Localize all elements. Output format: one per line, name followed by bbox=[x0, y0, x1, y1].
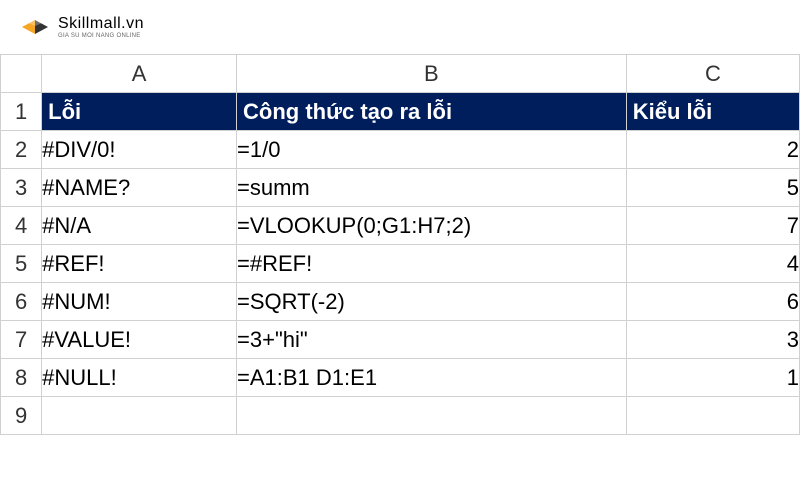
corner-cell[interactable] bbox=[1, 55, 42, 93]
cell-c4[interactable]: 7 bbox=[626, 207, 799, 245]
table-row: 6 #NUM! =SQRT(-2) 6 bbox=[1, 283, 800, 321]
row-header-9[interactable]: 9 bbox=[1, 397, 42, 435]
table-row-empty: 9 bbox=[1, 397, 800, 435]
row-header-1[interactable]: 1 bbox=[1, 93, 42, 131]
cell-c7[interactable]: 3 bbox=[626, 321, 799, 359]
logo-title: Skillmall.vn bbox=[58, 15, 144, 33]
col-header-b[interactable]: B bbox=[237, 55, 627, 93]
row-header-5[interactable]: 5 bbox=[1, 245, 42, 283]
cell-c9[interactable] bbox=[626, 397, 799, 435]
row-header-8[interactable]: 8 bbox=[1, 359, 42, 397]
cell-a4[interactable]: #N/A bbox=[42, 207, 237, 245]
logo-text: Skillmall.vn GIA SU MOI NANG ONLINE bbox=[58, 15, 144, 39]
cell-c2[interactable]: 2 bbox=[626, 131, 799, 169]
cell-b2[interactable]: =1/0 bbox=[237, 131, 627, 169]
table-row: 4 #N/A =VLOOKUP(0;G1:H7;2) 7 bbox=[1, 207, 800, 245]
column-header-row: A B C bbox=[1, 55, 800, 93]
row-header-2[interactable]: 2 bbox=[1, 131, 42, 169]
table-row: 7 #VALUE! =3+"hi" 3 bbox=[1, 321, 800, 359]
logo-area: Skillmall.vn GIA SU MOI NANG ONLINE bbox=[0, 0, 800, 54]
col-header-a[interactable]: A bbox=[42, 55, 237, 93]
cell-b6[interactable]: =SQRT(-2) bbox=[237, 283, 627, 321]
cell-b8[interactable]: =A1:B1 D1:E1 bbox=[237, 359, 627, 397]
cell-b1[interactable]: Công thức tạo ra lỗi bbox=[237, 93, 627, 131]
table-row: 3 #NAME? =summ 5 bbox=[1, 169, 800, 207]
cell-b4[interactable]: =VLOOKUP(0;G1:H7;2) bbox=[237, 207, 627, 245]
cell-c5[interactable]: 4 bbox=[626, 245, 799, 283]
table-header-row: 1 Lỗi Công thức tạo ra lỗi Kiểu lỗi bbox=[1, 93, 800, 131]
table-row: 5 #REF! =#REF! 4 bbox=[1, 245, 800, 283]
row-header-3[interactable]: 3 bbox=[1, 169, 42, 207]
cell-a1[interactable]: Lỗi bbox=[42, 93, 237, 131]
logo-subtitle: GIA SU MOI NANG ONLINE bbox=[58, 33, 144, 39]
logo-icon bbox=[20, 12, 50, 42]
cell-a9[interactable] bbox=[42, 397, 237, 435]
row-header-7[interactable]: 7 bbox=[1, 321, 42, 359]
cell-a5[interactable]: #REF! bbox=[42, 245, 237, 283]
col-header-c[interactable]: C bbox=[626, 55, 799, 93]
cell-c3[interactable]: 5 bbox=[626, 169, 799, 207]
row-header-4[interactable]: 4 bbox=[1, 207, 42, 245]
cell-a6[interactable]: #NUM! bbox=[42, 283, 237, 321]
cell-c6[interactable]: 6 bbox=[626, 283, 799, 321]
table-row: 2 #DIV/0! =1/0 2 bbox=[1, 131, 800, 169]
cell-b5[interactable]: =#REF! bbox=[237, 245, 627, 283]
row-header-6[interactable]: 6 bbox=[1, 283, 42, 321]
cell-a3[interactable]: #NAME? bbox=[42, 169, 237, 207]
cell-b9[interactable] bbox=[237, 397, 627, 435]
cell-b3[interactable]: =summ bbox=[237, 169, 627, 207]
cell-c8[interactable]: 1 bbox=[626, 359, 799, 397]
table-row: 8 #NULL! =A1:B1 D1:E1 1 bbox=[1, 359, 800, 397]
cell-c1[interactable]: Kiểu lỗi bbox=[626, 93, 799, 131]
cell-b7[interactable]: =3+"hi" bbox=[237, 321, 627, 359]
cell-a7[interactable]: #VALUE! bbox=[42, 321, 237, 359]
cell-a2[interactable]: #DIV/0! bbox=[42, 131, 237, 169]
cell-a8[interactable]: #NULL! bbox=[42, 359, 237, 397]
spreadsheet-grid[interactable]: A B C 1 Lỗi Công thức tạo ra lỗi Kiểu lỗ… bbox=[0, 54, 800, 435]
